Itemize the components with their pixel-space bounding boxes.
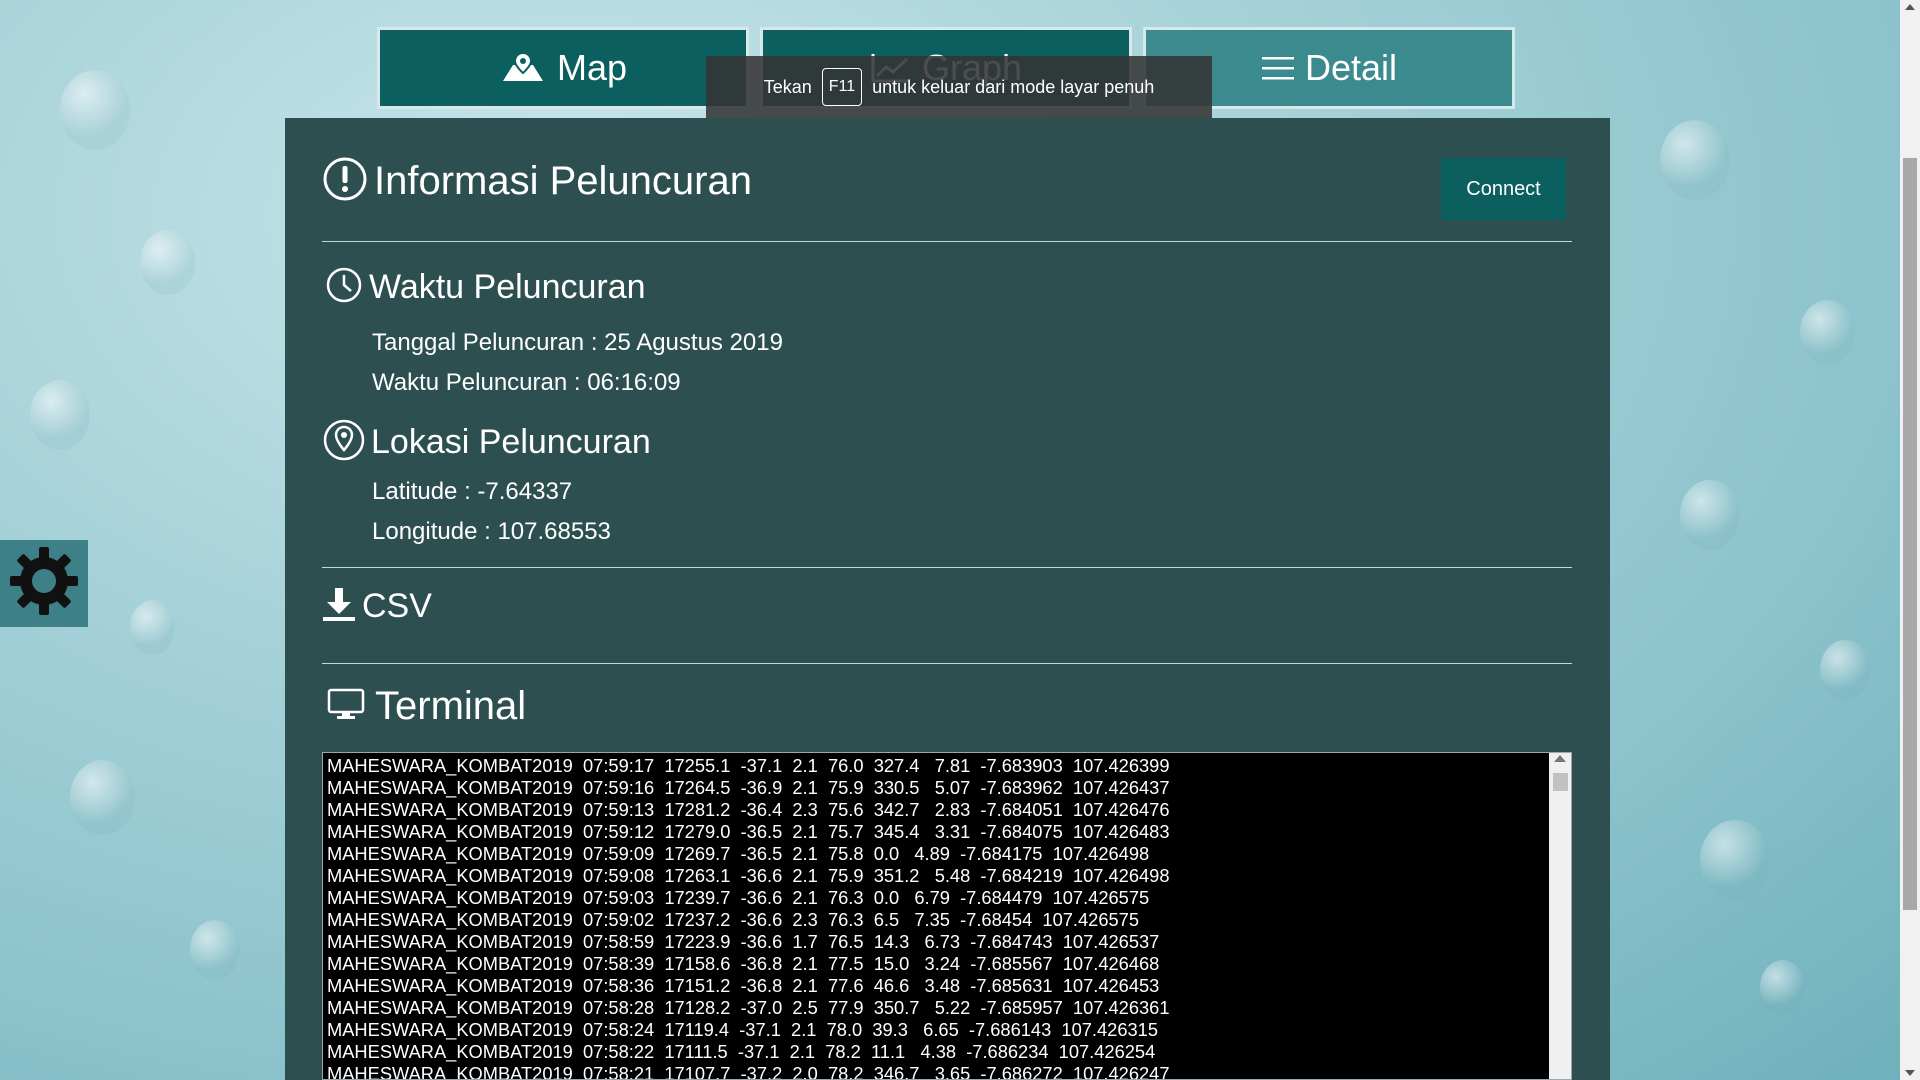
gear-icon	[6, 543, 82, 624]
divider	[322, 567, 1572, 568]
terminal-line: MAHESWARA_KOMBAT2019 07:59:03 17239.7 -3…	[327, 887, 1150, 908]
connect-button[interactable]: Connect	[1441, 158, 1566, 220]
csv-download-button[interactable]: CSV	[322, 586, 432, 627]
launch-time-heading: Waktu Peluncuran	[325, 266, 646, 309]
launch-location-heading: Lokasi Peluncuran	[323, 418, 651, 467]
terminal-line: MAHESWARA_KOMBAT2019 07:59:08 17263.1 -3…	[327, 865, 1170, 886]
fullscreen-notice: Tekan F11 untuk keluar dari mode layar p…	[706, 56, 1212, 118]
launch-date-line: Tanggal Peluncuran : 25 Agustus 2019	[372, 329, 783, 356]
scroll-up-arrow-icon[interactable]	[1554, 755, 1566, 762]
terminal-line: MAHESWARA_KOMBAT2019 07:58:59 17223.9 -3…	[327, 931, 1160, 952]
page-scrollbar[interactable]	[1900, 0, 1920, 1080]
tab-detail-label: Detail	[1304, 47, 1398, 88]
terminal-output[interactable]: MAHESWARA_KOMBAT2019 07:59:17 17255.1 -3…	[322, 752, 1572, 1080]
download-icon	[322, 586, 356, 627]
scroll-up-arrow-icon[interactable]	[1905, 4, 1915, 10]
scroll-down-arrow-icon[interactable]	[1905, 1070, 1915, 1076]
terminal-line: MAHESWARA_KOMBAT2019 07:58:22 17111.5 -3…	[327, 1041, 1156, 1062]
terminal-line: MAHESWARA_KOMBAT2019 07:58:21 17107.7 -3…	[327, 1063, 1170, 1080]
tab-map[interactable]: Map	[377, 27, 749, 109]
terminal-line: MAHESWARA_KOMBAT2019 07:58:39 17158.6 -3…	[327, 953, 1160, 974]
launch-time-title: Waktu Peluncuran	[369, 268, 646, 306]
terminal-line: MAHESWARA_KOMBAT2019 07:59:17 17255.1 -3…	[327, 755, 1170, 776]
terminal-lines: MAHESWARA_KOMBAT2019 07:59:17 17255.1 -3…	[327, 755, 1547, 1080]
terminal-line: MAHESWARA_KOMBAT2019 07:59:12 17279.0 -3…	[327, 821, 1170, 842]
launch-time-line: Waktu Peluncuran : 06:16:09	[372, 369, 681, 396]
fullscreen-notice-suffix: untuk keluar dari mode layar penuh	[872, 76, 1155, 97]
divider	[322, 241, 1572, 242]
terminal-line: MAHESWARA_KOMBAT2019 07:58:28 17128.2 -3…	[327, 997, 1170, 1018]
terminal-line: MAHESWARA_KOMBAT2019 07:58:36 17151.2 -3…	[327, 975, 1160, 996]
csv-label: CSV	[362, 587, 432, 625]
launch-info-panel: Informasi Peluncuran Connect Waktu Pelun…	[285, 118, 1610, 1080]
panel-title-text: Informasi Peluncuran	[374, 159, 752, 203]
menu-icon	[1261, 54, 1295, 82]
fullscreen-notice-prefix: Tekan	[763, 76, 812, 97]
terminal-heading: Terminal	[327, 684, 526, 729]
terminal-line: MAHESWARA_KOMBAT2019 07:59:09 17269.7 -3…	[327, 843, 1150, 864]
terminal-line: MAHESWARA_KOMBAT2019 07:59:02 17237.2 -3…	[327, 909, 1140, 930]
terminal-scrollbar[interactable]	[1549, 753, 1571, 1079]
settings-button[interactable]	[0, 540, 88, 627]
location-pin-icon	[323, 418, 365, 467]
terminal-line: MAHESWARA_KOMBAT2019 07:59:13 17281.2 -3…	[327, 799, 1170, 820]
terminal-title: Terminal	[375, 684, 527, 728]
map-icon	[499, 51, 547, 85]
terminal-line: MAHESWARA_KOMBAT2019 07:58:24 17119.4 -3…	[327, 1019, 1158, 1040]
f11-key-badge: F11	[821, 68, 863, 106]
exclamation-circle-icon	[322, 156, 368, 207]
launch-location-title: Lokasi Peluncuran	[371, 423, 651, 461]
terminal-scroll-thumb[interactable]	[1553, 773, 1568, 791]
divider	[322, 663, 1572, 664]
terminal-line: MAHESWARA_KOMBAT2019 07:59:16 17264.5 -3…	[327, 777, 1170, 798]
clock-icon	[325, 266, 363, 309]
panel-title: Informasi Peluncuran	[322, 156, 752, 207]
latitude-line: Latitude : -7.64337	[372, 478, 573, 505]
page-scroll-thumb[interactable]	[1903, 158, 1917, 910]
monitor-icon	[327, 687, 365, 726]
longitude-line: Longitude : 107.68553	[372, 518, 611, 545]
tab-map-label: Map	[556, 47, 628, 88]
